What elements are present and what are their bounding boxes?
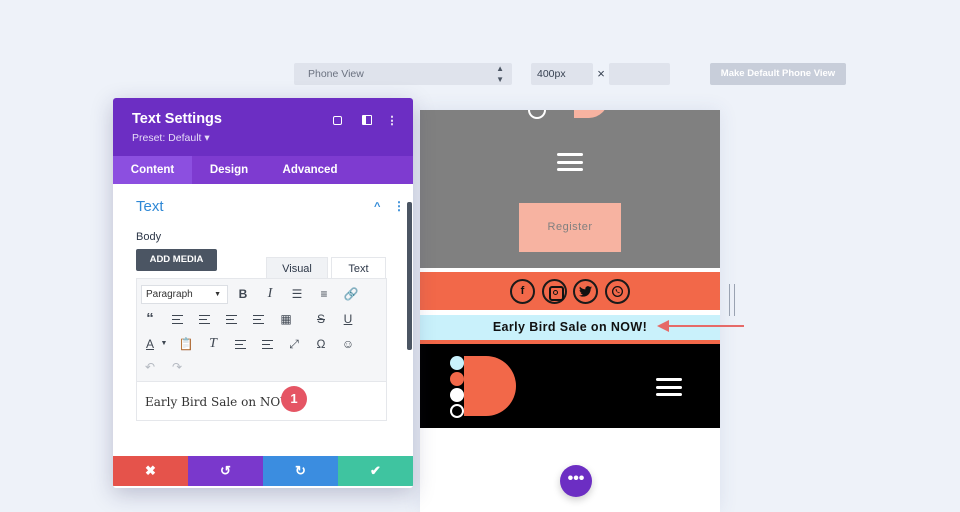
dimension-separator: × — [597, 66, 605, 81]
expand-icon[interactable] — [330, 114, 344, 128]
section-more-icon[interactable]: ⋮ — [393, 199, 405, 213]
undo-icon[interactable]: ↺ — [188, 456, 263, 486]
social-bar: f — [420, 272, 720, 310]
twitter-icon[interactable] — [573, 279, 598, 304]
pointer-arrow-icon — [657, 320, 669, 332]
whatsapp-icon[interactable] — [605, 279, 630, 304]
tab-design[interactable]: Design — [192, 156, 266, 184]
preset-dropdown[interactable]: Preset: Default ▾ — [132, 132, 210, 144]
outdent-icon[interactable] — [231, 335, 249, 353]
make-default-phone-view-button[interactable]: Make Default Phone View — [710, 63, 846, 85]
redo-icon[interactable]: ↻ — [263, 456, 338, 486]
phone-preview: Register f Early Bird Sale on NOW! ••• — [420, 110, 720, 512]
tab-advanced[interactable]: Advanced — [266, 156, 354, 184]
italic-icon[interactable]: I — [261, 285, 279, 303]
panel-scrollbar[interactable] — [407, 202, 412, 350]
pointer-arrow-line — [668, 325, 744, 327]
tab-visual[interactable]: Visual — [266, 257, 328, 279]
indent-icon[interactable] — [258, 335, 276, 353]
width-input[interactable]: 400px — [531, 63, 593, 85]
format-select-value: Paragraph — [146, 289, 193, 300]
tab-content[interactable]: Content — [113, 156, 192, 184]
close-icon[interactable]: ✖ — [113, 456, 188, 486]
editor-content[interactable]: Early Bird Sale on NOW! — [145, 395, 297, 409]
facebook-icon[interactable]: f — [510, 279, 535, 304]
hero-section: Register — [420, 110, 720, 268]
chevron-up-icon[interactable]: ^ — [374, 201, 380, 213]
link-icon[interactable]: 🔗 — [342, 285, 360, 303]
underline-icon[interactable]: U — [339, 310, 357, 328]
more-vertical-icon[interactable]: ⋮ — [385, 114, 399, 128]
align-center-icon[interactable] — [195, 310, 213, 328]
special-character-icon[interactable]: Ω — [312, 335, 330, 353]
fullscreen-icon[interactable]: ⤢ — [285, 335, 303, 353]
hamburger-menu-icon[interactable] — [557, 153, 583, 171]
hamburger-menu-icon[interactable] — [656, 378, 682, 396]
rich-text-editor: Paragraph ▼ B I ☰ ≡ 🔗 “ ▦ S U A ▼ 📋 T ⤢ … — [136, 278, 387, 421]
section-title[interactable]: Text — [136, 198, 164, 215]
view-mode-value: Phone View — [308, 68, 364, 80]
chevron-down-icon: ▼ — [214, 291, 221, 298]
more-options-button[interactable]: ••• — [560, 465, 592, 497]
register-button[interactable]: Register — [519, 203, 621, 252]
sale-banner[interactable]: Early Bird Sale on NOW! — [420, 315, 720, 340]
logo-partial — [528, 110, 608, 119]
instagram-icon[interactable] — [542, 279, 567, 304]
align-left-icon[interactable] — [168, 310, 186, 328]
panel-tabs: Content Design Advanced — [113, 156, 413, 184]
site-logo[interactable] — [448, 356, 518, 418]
chevron-down-icon[interactable]: ▼ — [155, 335, 173, 353]
undo-icon[interactable]: ↶ — [141, 358, 159, 376]
select-arrows-icon: ▲ ▼ — [496, 64, 504, 84]
check-icon[interactable]: ✔ — [338, 456, 413, 486]
add-media-button[interactable]: ADD MEDIA — [136, 249, 217, 271]
resize-handle[interactable] — [729, 284, 735, 316]
panel-footer: ✖ ↺ ↻ ✔ — [113, 456, 413, 486]
clear-formatting-icon[interactable]: T — [204, 335, 222, 353]
table-icon[interactable]: ▦ — [277, 310, 295, 328]
format-select[interactable]: Paragraph ▼ — [141, 285, 228, 304]
height-input[interactable] — [609, 63, 670, 85]
blockquote-icon[interactable]: “ — [141, 310, 159, 328]
bullet-list-icon[interactable]: ☰ — [288, 285, 306, 303]
justify-icon[interactable] — [249, 310, 267, 328]
panel-header: Text Settings Preset: Default ▾ ⋮ — [113, 98, 413, 156]
view-mode-select[interactable]: Phone View ▲ ▼ — [294, 63, 512, 85]
header-section — [420, 344, 720, 428]
paste-text-icon[interactable]: 📋 — [177, 335, 195, 353]
tab-text[interactable]: Text — [331, 257, 386, 279]
strikethrough-icon[interactable]: S — [312, 310, 330, 328]
redo-icon[interactable]: ↷ — [168, 358, 186, 376]
editor-toolbar: Paragraph ▼ B I ☰ ≡ 🔗 “ ▦ S U A ▼ 📋 T ⤢ … — [137, 279, 386, 382]
numbered-list-icon[interactable]: ≡ — [315, 285, 333, 303]
panel-title: Text Settings — [132, 111, 222, 127]
text-settings-panel: Text Settings Preset: Default ▾ ⋮ Conten… — [113, 98, 413, 488]
align-right-icon[interactable] — [222, 310, 240, 328]
body-label: Body — [136, 231, 162, 243]
bold-icon[interactable]: B — [234, 285, 252, 303]
emoji-icon[interactable]: ☺ — [339, 335, 357, 353]
split-view-icon[interactable] — [360, 114, 374, 128]
step-badge: 1 — [281, 386, 307, 412]
